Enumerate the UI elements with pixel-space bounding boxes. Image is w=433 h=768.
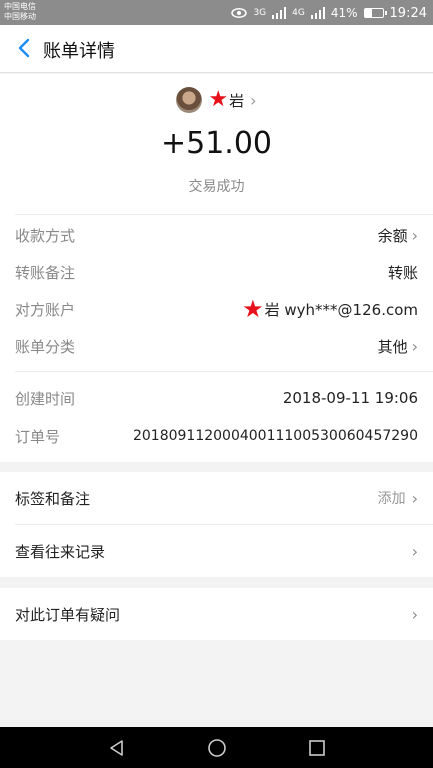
detail-label: 收款方式 — [15, 226, 76, 245]
item-label: 标签和备注 — [15, 489, 91, 508]
amount: +51.00 — [160, 126, 273, 161]
eye-icon — [231, 8, 248, 18]
detail-label: 订单号 — [15, 427, 61, 446]
detail-row-payment-method[interactable]: 收款方式 余额 › — [15, 223, 418, 247]
detail-row-order-number: 订单号 2018091120004001110053006045729​0 — [15, 424, 418, 448]
bill-detail-card: ★ 岩 › +51.00 交易成功 收款方式 余额 › 转账备注 转账 对方账户 … — [0, 74, 433, 462]
detail-value: 转账 — [387, 263, 418, 282]
network-2-label: 4G — [292, 7, 305, 18]
carrier-2: 中国移动 — [4, 12, 36, 21]
add-label: 添加 — [377, 491, 406, 507]
detail-label: 转账备注 — [15, 263, 76, 282]
counterparty-name-text: 岩 — [229, 91, 245, 110]
battery-fill — [364, 9, 372, 17]
nav-home-button[interactable] — [197, 733, 237, 763]
question-card: 对此订单有疑问 › — [0, 588, 433, 640]
carrier-info: 中国电信 中国移动 — [4, 2, 36, 22]
chevron-right-icon: › — [411, 604, 418, 624]
divider — [15, 371, 433, 372]
action-list: 标签和备注 添加 › 查看往来记录 › — [0, 472, 433, 577]
signal-icon — [272, 7, 287, 19]
redaction-star-icon: ★ — [242, 295, 264, 323]
detail-label: 账单分类 — [15, 337, 76, 356]
detail-row-category[interactable]: 账单分类 其他 › — [15, 334, 418, 358]
counterparty-name: ★ 岩 — [208, 89, 244, 111]
detail-value: 余额 — [377, 226, 408, 245]
android-nav-bar — [0, 727, 433, 768]
back-button[interactable] — [12, 33, 36, 63]
chevron-left-icon — [18, 38, 30, 58]
trade-status: 交易成功 — [188, 179, 245, 195]
transaction-history-item[interactable]: 查看往来记录 › — [0, 525, 433, 577]
page-title: 账单详情 — [43, 41, 115, 62]
status-icons: 3G 4G 41% 19:24 — [231, 3, 427, 23]
detail-row-remark: 转账备注 转账 — [15, 260, 418, 284]
chevron-right-icon: › — [250, 90, 257, 110]
status-bar: 中国电信 中国移动 3G 4G 41% 19:24 — [0, 0, 433, 25]
detail-value: 岩 wyh***@126.com — [264, 300, 418, 319]
order-question-item[interactable]: 对此订单有疑问 › — [0, 588, 433, 640]
chevron-right-icon: › — [411, 541, 418, 561]
nav-back-button[interactable] — [97, 733, 137, 763]
signal-2-icon — [310, 7, 325, 19]
avatar — [176, 87, 203, 113]
chevron-right-icon: › — [411, 225, 418, 245]
detail-value: 其他 — [377, 337, 408, 356]
detail-row-counterparty-account: 对方账户 ★ 岩 wyh***@126.com — [15, 297, 418, 321]
detail-row-created-time: 创建时间 2018-09-11 19:06 — [15, 386, 418, 410]
counterparty-link[interactable]: ★ 岩 › — [0, 86, 433, 114]
chevron-right-icon: › — [411, 488, 418, 508]
item-label: 对此订单有疑问 — [15, 605, 121, 624]
battery-icon — [363, 8, 387, 18]
square-recents-icon — [308, 739, 325, 756]
divider — [15, 214, 433, 215]
title-bar: 账单详情 — [0, 25, 433, 73]
order-number: 2018091120004001110053006045729​0 — [132, 428, 418, 444]
chevron-right-icon: › — [411, 336, 418, 356]
tags-and-notes-item[interactable]: 标签和备注 添加 › — [0, 472, 433, 524]
detail-value: 2018-09-11 19:06 — [282, 389, 418, 407]
carrier-1: 中国电信 — [4, 2, 36, 11]
redaction-star-icon: ★ — [208, 87, 229, 112]
detail-label: 对方账户 — [15, 300, 76, 319]
nav-recents-button[interactable] — [297, 733, 337, 763]
circle-home-icon — [207, 738, 226, 757]
battery-percent: 41% — [330, 6, 358, 20]
item-label: 查看往来记录 — [15, 542, 106, 561]
clock: 19:24 — [389, 5, 427, 21]
triangle-back-icon — [109, 739, 123, 756]
detail-label: 创建时间 — [15, 389, 76, 408]
network-1-label: 3G — [253, 7, 267, 18]
